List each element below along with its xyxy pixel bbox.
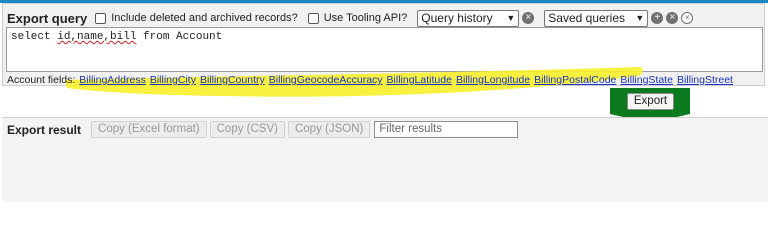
- export-result-title: Export result: [7, 122, 82, 137]
- tooling-api-label: Use Tooling API?: [323, 12, 408, 24]
- field-link[interactable]: BillingCountry: [200, 74, 265, 86]
- field-link[interactable]: BillingGeocodeAccuracy: [269, 74, 383, 86]
- account-fields-label: Account fields:: [7, 74, 76, 86]
- field-link[interactable]: BillingAddress: [79, 74, 146, 86]
- field-link[interactable]: BillingCity: [150, 74, 196, 86]
- tooling-api-checkbox[interactable]: [307, 12, 319, 24]
- saved-queries-select[interactable]: Saved queries ▼: [544, 9, 649, 27]
- field-link[interactable]: BillingLatitude: [387, 74, 452, 86]
- include-deleted-checkbox[interactable]: [95, 12, 107, 24]
- export-query-panel: Export query Include deleted and archive…: [2, 3, 765, 97]
- clear-saved-icon[interactable]: ×: [681, 12, 694, 24]
- export-button[interactable]: Export: [627, 93, 674, 110]
- query-toolbar: Export query Include deleted and archive…: [7, 8, 694, 28]
- export-query-title: Export query: [7, 10, 88, 26]
- account-fields-row: Account fields: BillingAddress BillingCity…: [7, 74, 733, 86]
- field-link[interactable]: BillingPostalCode: [534, 74, 616, 86]
- query-history-select[interactable]: Query history ▼: [417, 9, 520, 27]
- clear-history-icon[interactable]: ×: [522, 12, 535, 24]
- field-link[interactable]: BillingState: [620, 74, 673, 86]
- query-prefix: select: [11, 31, 58, 43]
- include-deleted-label: Include deleted and archived records?: [111, 12, 298, 24]
- query-textarea[interactable]: select id,name,bill from Account: [6, 27, 763, 72]
- result-toolbar: Export result Copy (Excel format) Copy (…: [7, 121, 519, 138]
- copy-csv-button[interactable]: Copy (CSV): [209, 121, 285, 138]
- saved-queries-value: Saved queries: [548, 11, 625, 25]
- remove-query-icon[interactable]: ×: [666, 12, 679, 24]
- query-history-value: Query history: [421, 11, 493, 25]
- filter-results-input[interactable]: Filter results: [374, 121, 519, 138]
- export-result-panel: Export result Copy (Excel format) Copy (…: [2, 117, 768, 202]
- chevron-down-icon: ▼: [635, 13, 645, 23]
- query-field-list: id,name,bill: [57, 31, 137, 43]
- query-suffix: from Account: [136, 31, 223, 43]
- chevron-down-icon: ▼: [506, 13, 516, 23]
- field-link[interactable]: BillingLongitude: [456, 74, 530, 86]
- copy-excel-button[interactable]: Copy (Excel format): [91, 121, 207, 138]
- copy-json-button[interactable]: Copy (JSON): [287, 121, 371, 138]
- field-link[interactable]: BillingStreet: [677, 74, 733, 86]
- add-query-icon[interactable]: +: [651, 12, 664, 24]
